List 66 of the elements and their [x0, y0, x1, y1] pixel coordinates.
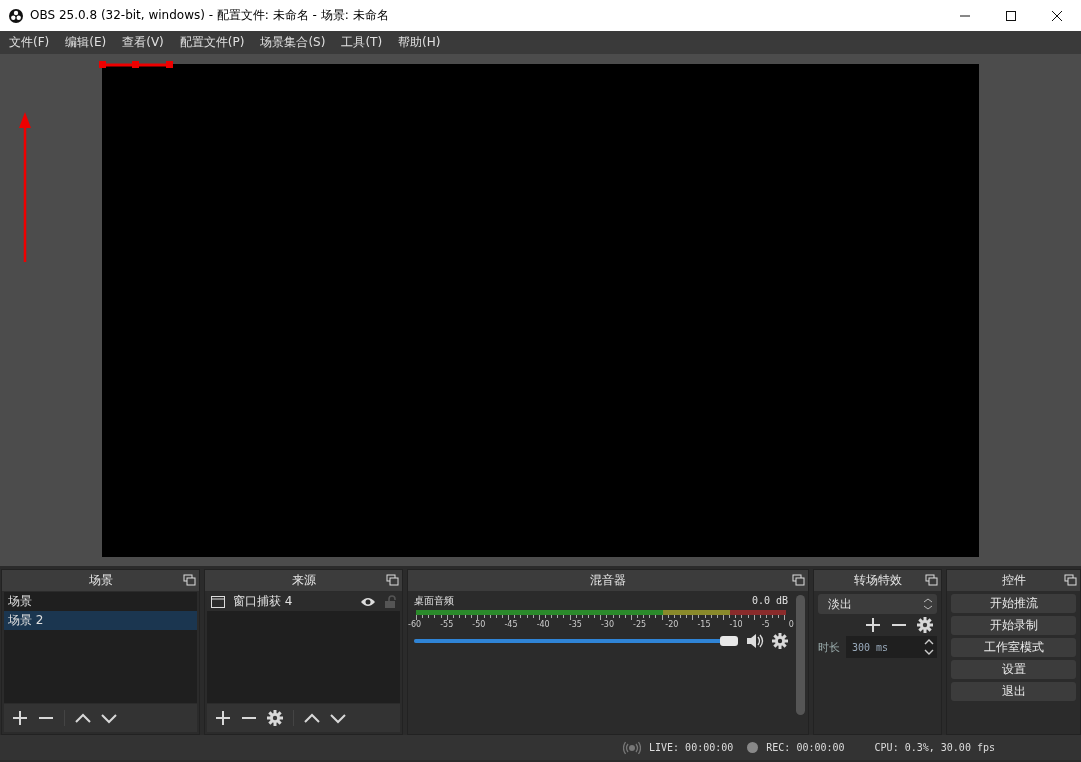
window-icon[interactable] — [211, 595, 225, 608]
spin-arrows-icon[interactable] — [923, 637, 935, 657]
dock-title: 来源 — [291, 572, 316, 589]
volume-reading: 0.0 dB — [751, 595, 788, 606]
scale-label: -15 — [697, 620, 711, 629]
scale-label: -35 — [568, 620, 582, 629]
menu-item[interactable]: 帮助(H) — [398, 34, 441, 51]
eye-icon[interactable] — [360, 595, 376, 608]
control-button[interactable]: 退出 — [951, 682, 1076, 701]
cpu-usage: CPU: 0.3%, 30.00 fps — [874, 742, 995, 753]
scale-label: -50 — [472, 620, 486, 629]
channel-name: 桌面音频 — [414, 593, 454, 608]
dock-title: 控件 — [1001, 572, 1026, 589]
scale-label: -55 — [440, 620, 454, 629]
scene-item[interactable]: 场景 2 — [4, 611, 197, 630]
menu-item[interactable]: 工具(T) — [341, 34, 383, 51]
menu-item[interactable]: 查看(V) — [122, 34, 164, 51]
maximize-icon[interactable] — [1005, 9, 1017, 22]
source-item[interactable]: 窗口捕获 4 — [207, 592, 400, 611]
undock-icon[interactable] — [1064, 574, 1077, 586]
settings-icon[interactable] — [917, 617, 933, 633]
control-button[interactable]: 开始推流 — [951, 594, 1076, 613]
menu-item[interactable]: 场景集合(S) — [260, 34, 326, 51]
add-icon[interactable] — [12, 710, 28, 726]
scale-label: -5 — [761, 620, 770, 629]
undock-icon[interactable] — [386, 574, 399, 586]
control-button[interactable]: 工作室模式 — [951, 638, 1076, 657]
menu-item[interactable]: 编辑(E) — [65, 34, 107, 51]
broadcast-icon[interactable] — [623, 740, 641, 755]
scale-label: -10 — [729, 620, 743, 629]
dock-title: 混音器 — [590, 572, 626, 589]
volume-slider[interactable] — [414, 639, 738, 643]
settings-icon[interactable] — [772, 633, 788, 649]
rec-timer: REC: 00:00:00 — [766, 742, 845, 753]
transition-dropdown[interactable]: 淡出 — [818, 594, 937, 614]
spin-arrows-icon[interactable] — [923, 597, 933, 611]
window-title: OBS 25.0.8 (32-bit, windows) - 配置文件: 未命名 - 场景: 未命名 — [30, 7, 390, 24]
settings-icon[interactable] — [267, 710, 283, 726]
scale-label: 0 — [788, 620, 794, 629]
scale-label: -45 — [504, 620, 518, 629]
scale-label: -25 — [633, 620, 647, 629]
record-dot-icon[interactable] — [747, 742, 759, 753]
undock-icon[interactable] — [792, 574, 805, 586]
app-logo-icon[interactable] — [9, 8, 23, 23]
undock-icon[interactable] — [925, 574, 938, 586]
dock-title: 转场特效 — [853, 572, 902, 589]
duration-field[interactable]: 300 ms — [846, 636, 937, 658]
menu-item[interactable]: 配置文件(P) — [179, 34, 245, 51]
scale-label: -60 — [408, 620, 422, 629]
undock-icon[interactable] — [183, 574, 196, 586]
selection-handles[interactable] — [99, 61, 173, 69]
control-button[interactable]: 设置 — [951, 660, 1076, 679]
source-name: 窗口捕获 4 — [233, 593, 294, 610]
menu-item[interactable]: 文件(F) — [9, 34, 50, 51]
close-icon[interactable] — [1051, 9, 1063, 22]
scale-label: -40 — [536, 620, 550, 629]
live-timer: LIVE: 00:00:00 — [649, 742, 734, 753]
scene-item[interactable]: 场景 — [4, 592, 197, 611]
scale-label: -30 — [600, 620, 614, 629]
scale-label: -20 — [665, 620, 679, 629]
add-icon[interactable] — [865, 617, 881, 633]
dock-title: 场景 — [88, 572, 113, 589]
speaker-icon[interactable] — [746, 633, 764, 649]
duration-label: 时长 — [818, 639, 840, 655]
add-icon[interactable] — [215, 710, 231, 726]
control-button[interactable]: 开始录制 — [951, 616, 1076, 635]
